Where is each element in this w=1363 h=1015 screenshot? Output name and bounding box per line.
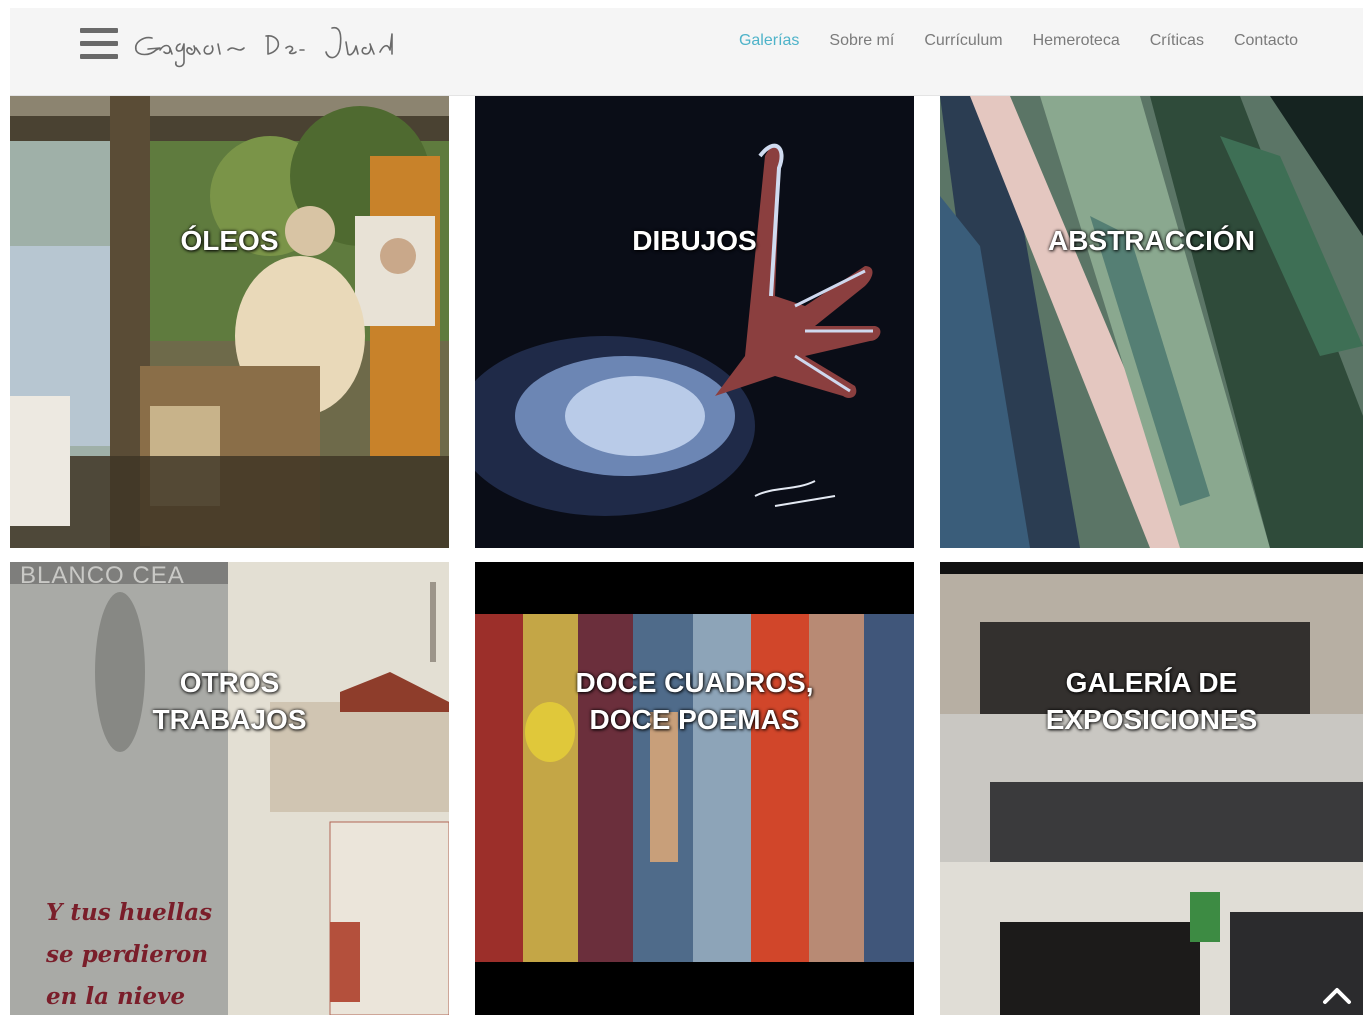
gallery-tile-otros-trabajos[interactable]: BLANCO CEA Y tus huellas se perdieron en… [10, 562, 449, 1015]
dibujos-image [475, 96, 914, 548]
poem-caption: Y tus huellas se perdieron en la nieve [46, 892, 212, 1015]
doce-cuadros-image [475, 562, 914, 1015]
gallery-tile-oleos[interactable]: ÓLEOS [10, 96, 449, 548]
gallery-tile-exposiciones[interactable]: GALERÍA DE EXPOSICIONES [940, 562, 1363, 1015]
exposiciones-image [940, 562, 1363, 1015]
gallery-title: ÓLEOS [180, 225, 279, 256]
nav-hemeroteca[interactable]: Hemeroteca [1018, 30, 1135, 52]
gallery-title-line1: OTROS [179, 667, 280, 698]
gallery-title: ABSTRACCIÓN [1048, 225, 1255, 256]
nav-curriculum[interactable]: Currículum [909, 30, 1017, 52]
gallery-tile-doce-cuadros[interactable]: DOCE CUADROS, DOCE POEMAS [475, 562, 914, 1015]
main-nav: Galerías Sobre mí Currículum Hemeroteca … [724, 30, 1313, 52]
site-header: Galerías Sobre mí Currículum Hemeroteca … [10, 8, 1363, 96]
poem-line-3: en la nieve [46, 983, 186, 1010]
gallery-title: OTROS TRABAJOS [10, 664, 449, 738]
gallery-tile-abstraccion[interactable]: ABSTRACCIÓN [940, 96, 1363, 548]
blanco-cea-caption: BLANCO CEA [20, 562, 185, 589]
poem-line-1: Y tus huellas [46, 899, 213, 926]
abstraccion-image [940, 96, 1363, 548]
nav-galerias[interactable]: Galerías [724, 30, 814, 52]
gallery-title: DIBUJOS [632, 225, 757, 256]
hamburger-menu-icon[interactable] [80, 28, 118, 60]
chevron-up-icon[interactable] [1320, 980, 1354, 1008]
gallery-title-line2: EXPOSICIONES [1045, 704, 1258, 735]
gallery-title-line1: GALERÍA DE [1065, 667, 1238, 698]
nav-criticas[interactable]: Críticas [1135, 30, 1219, 52]
site-logo[interactable] [130, 14, 405, 74]
poem-line-2: se perdieron [46, 941, 209, 968]
gallery-title-line1: DOCE CUADROS, [575, 667, 814, 698]
gallery-title: GALERÍA DE EXPOSICIONES [940, 664, 1363, 738]
nav-contacto[interactable]: Contacto [1219, 30, 1313, 52]
gallery-title: DOCE CUADROS, DOCE POEMAS [475, 664, 914, 738]
gallery-title-line2: DOCE POEMAS [589, 704, 800, 735]
oleos-image [10, 96, 449, 548]
gallery-title-line2: TRABAJOS [152, 704, 307, 735]
nav-sobre-mi[interactable]: Sobre mí [814, 30, 909, 52]
gallery-tile-dibujos[interactable]: DIBUJOS [475, 96, 914, 548]
